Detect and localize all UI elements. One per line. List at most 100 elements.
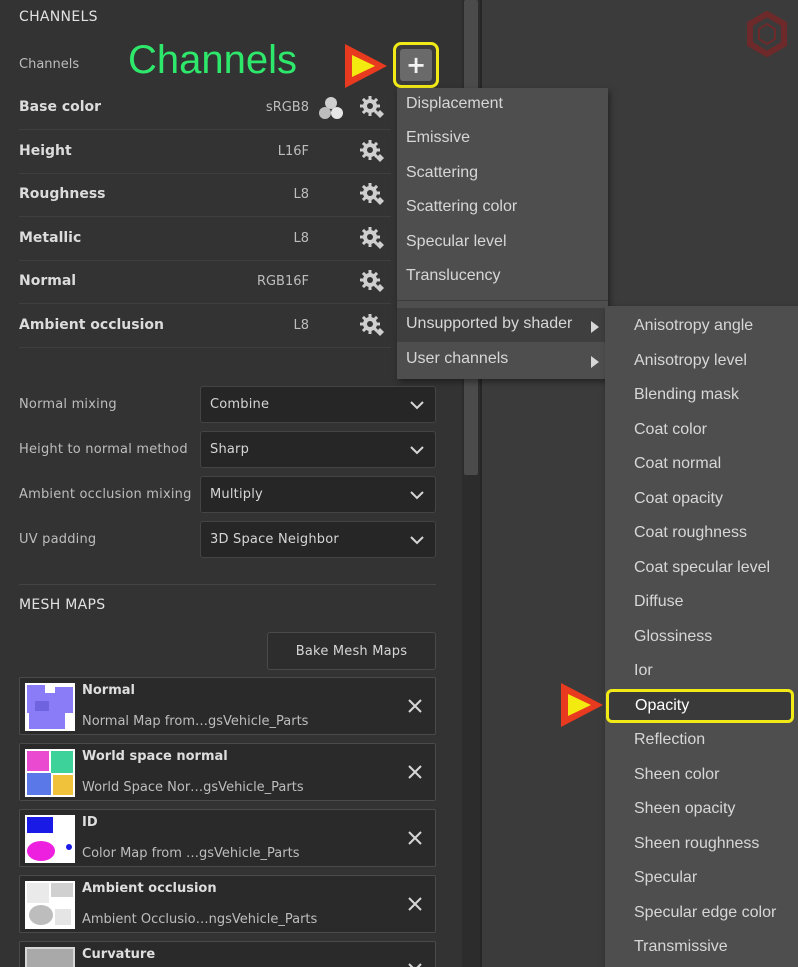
chevron-down-icon	[409, 487, 425, 503]
menu-item[interactable]: Scattering color	[397, 191, 608, 225]
channel-row[interactable]: Metallic L8	[19, 218, 391, 261]
close-icon[interactable]	[407, 962, 423, 967]
setting-label: Ambient occlusion mixing	[19, 487, 192, 502]
channel-row[interactable]: Roughness L8	[19, 174, 391, 218]
channel-row[interactable]: Ambient occlusion L8	[19, 305, 391, 348]
submenu-item[interactable]: Blending mask	[605, 378, 798, 413]
gear-icon[interactable]	[359, 182, 385, 208]
submenu-item[interactable]: Anisotropy angle	[605, 309, 798, 344]
submenu-item[interactable]: Anisotropy level	[605, 344, 798, 379]
menu-item-label: Unsupported by shader	[406, 315, 573, 332]
channel-format[interactable]: L8	[293, 318, 309, 333]
menu-item[interactable]: Unsupported by shader	[397, 308, 608, 342]
add-channel-button[interactable]: +	[393, 42, 439, 88]
gear-icon[interactable]	[359, 226, 385, 252]
channel-format[interactable]: L8	[293, 187, 309, 202]
annotation-label: Channels	[128, 38, 298, 82]
close-icon[interactable]	[407, 764, 423, 780]
submenu-item[interactable]: Ior	[605, 654, 798, 689]
gear-icon[interactable]	[359, 139, 385, 165]
mesh-map-item[interactable]: Curvature	[19, 941, 436, 967]
submenu-item[interactable]: Coat roughness	[605, 516, 798, 551]
submenu-item[interactable]: Coat opacity	[605, 482, 798, 517]
channel-format[interactable]: L16F	[278, 144, 309, 159]
chevron-down-icon	[409, 532, 425, 548]
mesh-map-name: Normal	[82, 683, 135, 698]
callout-arrow-icon	[345, 44, 387, 88]
setting-dropdown[interactable]: Combine	[200, 386, 436, 423]
setting-dropdown[interactable]: Sharp	[200, 431, 436, 468]
bake-mesh-maps-button[interactable]: Bake Mesh Maps	[267, 632, 436, 670]
setting-label: UV padding	[19, 532, 97, 547]
gear-icon[interactable]	[359, 269, 385, 295]
channels-label: Channels	[19, 57, 80, 72]
submenu-item[interactable]: Transmissive	[605, 930, 798, 965]
close-icon[interactable]	[407, 698, 423, 714]
menu-item-label: Specular level	[406, 233, 507, 250]
channel-name: Base color	[19, 99, 102, 115]
setting-dropdown[interactable]: Multiply	[200, 476, 436, 513]
submenu-item[interactable]: Coat specular level	[605, 551, 798, 586]
submenu-item-label: Diffuse	[634, 593, 684, 610]
submenu-item-label: Transmissive	[634, 938, 728, 955]
setting-label: Height to normal method	[19, 442, 188, 457]
app-logo-icon	[747, 11, 787, 57]
mesh-map-thumbnail	[25, 683, 75, 731]
close-icon[interactable]	[407, 830, 423, 846]
submenu-item-label: Glossiness	[634, 627, 713, 645]
submenu-item-label: Opacity	[635, 696, 690, 714]
close-icon[interactable]	[407, 896, 423, 912]
menu-item[interactable]: Translucency	[397, 260, 608, 294]
submenu-item[interactable]: Sheen color	[605, 758, 798, 793]
submenu-item-selected[interactable]: Opacity	[606, 688, 794, 723]
menu-item[interactable]: Scattering	[397, 157, 608, 191]
dropdown-value: Sharp	[210, 442, 250, 457]
mesh-map-source[interactable]: Ambient Occlusio…ngsVehicle_Parts	[82, 912, 317, 927]
callout-arrow-icon	[561, 683, 603, 727]
menu-item[interactable]: Displacement	[397, 88, 608, 122]
submenu-item[interactable]: Sheen opacity	[605, 792, 798, 827]
mesh-map-thumbnail	[25, 749, 75, 797]
channel-name: Height	[19, 142, 72, 159]
chevron-down-icon	[409, 397, 425, 413]
channel-row[interactable]: Height L16F	[19, 131, 391, 174]
color-channels-icon[interactable]	[317, 94, 345, 122]
submenu-item[interactable]: Glossiness	[605, 620, 798, 655]
mesh-map-source[interactable]: Color Map from …gsVehicle_Parts	[82, 846, 299, 861]
channel-name: Metallic	[19, 229, 82, 246]
channel-format[interactable]: sRGB8	[266, 100, 309, 115]
menu-item[interactable]: Emissive	[397, 122, 608, 156]
submenu-item-label: Coat specular level	[634, 558, 771, 576]
channel-format[interactable]: RGB16F	[257, 274, 309, 289]
mesh-map-source[interactable]: Normal Map from…gsVehicle_Parts	[82, 714, 308, 729]
mesh-map-thumbnail	[25, 815, 75, 863]
menu-item[interactable]: User channels	[397, 343, 608, 377]
gear-icon[interactable]	[359, 313, 385, 339]
mesh-map-item[interactable]: Ambient occlusion Ambient Occlusio…ngsVeh…	[19, 875, 436, 933]
submenu-item[interactable]: Coat normal	[605, 447, 798, 482]
channel-format[interactable]: L8	[293, 231, 309, 246]
submenu-item[interactable]: Coat color	[605, 413, 798, 448]
gear-icon[interactable]	[359, 95, 385, 121]
setting-dropdown[interactable]: 3D Space Neighbor	[200, 521, 436, 558]
mesh-map-item[interactable]: Normal Normal Map from…gsVehicle_Parts	[19, 677, 436, 735]
submenu-item[interactable]: Sheen roughness	[605, 827, 798, 862]
submenu-item[interactable]: Specular edge color	[605, 896, 798, 931]
submenu-item[interactable]: Diffuse	[605, 585, 798, 620]
channel-row[interactable]: Normal RGB16F	[19, 261, 391, 305]
mesh-map-thumbnail	[25, 881, 75, 929]
mesh-map-item[interactable]: World space normal World Space Nor…gsVehi…	[19, 743, 436, 801]
menu-item-label: Emissive	[406, 129, 471, 146]
submenu-item[interactable]: Reflection	[605, 723, 798, 758]
submenu-item-label: Blending mask	[634, 386, 739, 403]
menu-item[interactable]: Specular level	[397, 226, 608, 260]
mesh-map-item[interactable]: ID Color Map from …gsVehicle_Parts	[19, 809, 436, 867]
mesh-map-source[interactable]: World Space Nor…gsVehicle_Parts	[82, 780, 304, 795]
menu-item-label: Scattering	[406, 164, 479, 181]
channel-row[interactable]: Base color sRGB8	[19, 87, 391, 130]
menu-item-label: Scattering color	[406, 198, 518, 215]
channel-name: Roughness	[19, 186, 106, 203]
submenu-item-label: Specular	[634, 869, 698, 886]
submenu-item[interactable]: Specular	[605, 861, 798, 896]
submenu-item-label: Coat normal	[634, 455, 722, 472]
